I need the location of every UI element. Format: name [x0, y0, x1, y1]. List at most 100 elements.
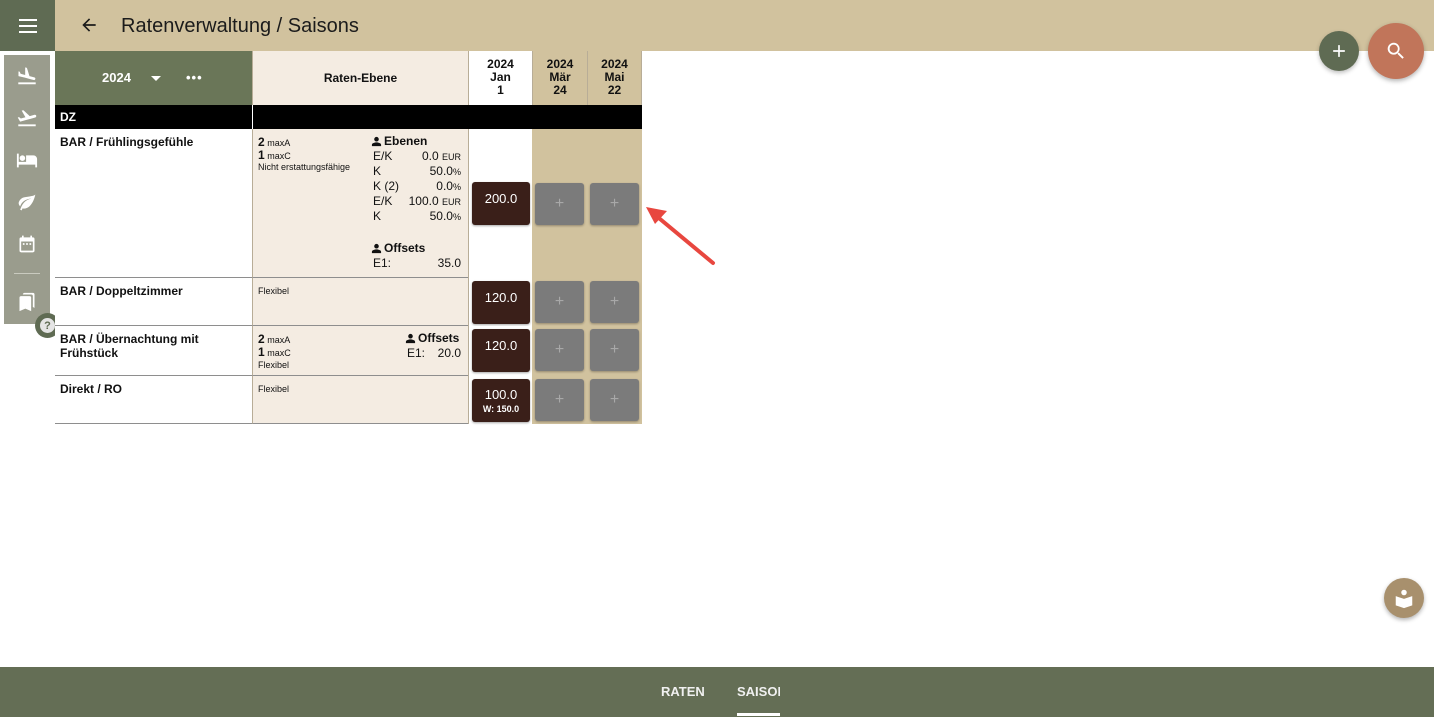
price-cell[interactable]: 120.0	[472, 281, 530, 324]
bottom-tab-bar: RATEN SAISOI	[0, 667, 1434, 717]
arrow-left-icon	[82, 18, 96, 32]
rate-name[interactable]: Direkt / RO	[55, 376, 252, 424]
nav-divider	[14, 273, 40, 274]
date-column-header[interactable]: 2024 Jan 1	[468, 51, 532, 105]
date-column-header[interactable]: 2024 Mai 22	[587, 51, 642, 105]
table-row: BAR / Frühlingsgefühle 2 maxA 1 maxC Nic…	[55, 129, 642, 278]
rate-level-cell: Flexibel	[252, 278, 468, 326]
calendar-icon	[19, 235, 35, 253]
tab-saisons[interactable]: SAISOI	[737, 684, 780, 699]
price-column: +	[532, 278, 587, 326]
year-header: 2024 •••	[55, 51, 252, 105]
rate-policy: Nicht erstattungsfähige	[258, 162, 351, 172]
tab-raten[interactable]: RATEN	[661, 684, 705, 699]
price-column: +	[532, 129, 587, 278]
rate-name[interactable]: BAR / Frühlingsgefühle	[55, 129, 252, 278]
price-cell[interactable]: 100.0 W: 150.0	[472, 379, 530, 422]
rate-level-cell: 2 maxA 1 maxC Flexibel Offsets E1: 20.0	[252, 326, 468, 376]
add-price-button[interactable]: +	[590, 379, 639, 421]
price-column: +	[587, 376, 642, 424]
rate-name[interactable]: BAR / Übernachtung mit Frühstück	[55, 326, 252, 376]
max-adults: 2 maxA	[258, 332, 291, 346]
add-price-button[interactable]: +	[590, 281, 639, 323]
book-reader-icon	[1395, 589, 1413, 609]
nav-departures[interactable]	[4, 99, 50, 137]
add-price-button[interactable]: +	[535, 329, 584, 371]
price-column: 120.0	[468, 326, 532, 376]
menu-icon	[18, 24, 37, 27]
weekend-price: W: 150.0	[482, 404, 520, 414]
level-entry: E/K 100.0 EUR	[373, 194, 461, 208]
rates-grid: 2024 ••• Raten-Ebene 2024 Jan 1 2024 Mär…	[55, 51, 642, 424]
offset-entry: E1: 35.0	[373, 256, 461, 270]
max-children: 1 maxC	[258, 148, 291, 162]
price-column: 200.0	[468, 129, 532, 278]
side-navigation	[4, 55, 50, 324]
person-icon	[405, 333, 416, 343]
search-button[interactable]	[1368, 23, 1424, 79]
leaf-icon	[18, 194, 36, 211]
add-price-button[interactable]: +	[535, 281, 584, 323]
rate-name[interactable]: BAR / Doppeltzimmer	[55, 278, 252, 326]
table-row: BAR / Übernachtung mit Frühstück 2 maxA …	[55, 326, 642, 376]
more-options-button[interactable]: •••	[186, 70, 203, 85]
bookmarks-icon	[19, 292, 35, 312]
top-app-bar: Ratenverwaltung / Saisons	[0, 0, 1434, 51]
offset-entry: E1: 20.0	[407, 346, 461, 360]
plus-icon	[1333, 45, 1345, 57]
plane-takeoff-icon	[17, 110, 37, 127]
bed-icon	[16, 153, 38, 168]
price-column: +	[532, 326, 587, 376]
price-cell[interactable]: 120.0	[472, 329, 530, 372]
table-row: BAR / Doppeltzimmer Flexibel 120.0 + +	[55, 278, 642, 326]
nav-seasons[interactable]	[4, 183, 50, 221]
add-price-button[interactable]: +	[535, 183, 584, 225]
price-column: 100.0 W: 150.0	[468, 376, 532, 424]
rate-level-cell: 2 maxA 1 maxC Nicht erstattungsfähige Eb…	[252, 129, 468, 278]
rate-policy: Flexibel	[258, 384, 290, 394]
plane-landing-icon	[18, 67, 36, 85]
divider	[252, 105, 253, 129]
level-entry: K 50.0%	[373, 209, 461, 223]
max-children: 1 maxC	[258, 345, 291, 359]
rate-policy: Flexibel	[258, 360, 290, 370]
price-cell[interactable]: 200.0	[472, 182, 530, 225]
page-title: Ratenverwaltung / Saisons	[121, 15, 359, 37]
date-column-header[interactable]: 2024 Mär 24	[532, 51, 587, 105]
price-column: 120.0	[468, 278, 532, 326]
max-adults: 2 maxA	[258, 135, 291, 149]
table-row: Direkt / RO Flexibel 100.0 W: 150.0 + +	[55, 376, 642, 424]
active-tab-indicator	[737, 713, 780, 716]
menu-button[interactable]	[0, 0, 55, 51]
chevron-down-icon[interactable]	[151, 76, 161, 81]
room-category-label: DZ	[60, 110, 76, 124]
nav-arrivals[interactable]	[4, 57, 50, 95]
level-entry: E/K 0.0 EUR	[373, 149, 461, 163]
add-price-button[interactable]: +	[590, 329, 639, 371]
rate-level-cell: Flexibel	[252, 376, 468, 424]
help-icon: ?	[40, 318, 55, 333]
nav-rooms[interactable]	[4, 141, 50, 179]
offsets-section-title: Offsets	[371, 241, 425, 255]
price-column: +	[587, 129, 642, 278]
levels-section-title: Ebenen	[371, 134, 427, 148]
add-price-button[interactable]: +	[590, 183, 639, 225]
price-column: +	[587, 278, 642, 326]
red-arrow-icon	[646, 207, 715, 265]
level-column-header: Raten-Ebene	[252, 51, 468, 105]
add-button[interactable]	[1319, 31, 1359, 71]
person-icon	[371, 243, 382, 253]
price-column: +	[532, 376, 587, 424]
offsets-section-title: Offsets	[405, 331, 459, 345]
person-icon	[371, 136, 382, 146]
nav-calendar[interactable]	[4, 225, 50, 263]
search-icon	[1387, 42, 1404, 59]
guide-button[interactable]	[1384, 578, 1424, 618]
room-category-row: DZ	[55, 105, 642, 129]
level-entry: K 50.0%	[373, 164, 461, 178]
back-button[interactable]	[76, 12, 102, 38]
year-selector[interactable]: 2024	[102, 70, 131, 85]
level-entry: K (2) 0.0%	[373, 179, 461, 193]
add-price-button[interactable]: +	[535, 379, 584, 421]
rate-policy: Flexibel	[258, 286, 290, 296]
